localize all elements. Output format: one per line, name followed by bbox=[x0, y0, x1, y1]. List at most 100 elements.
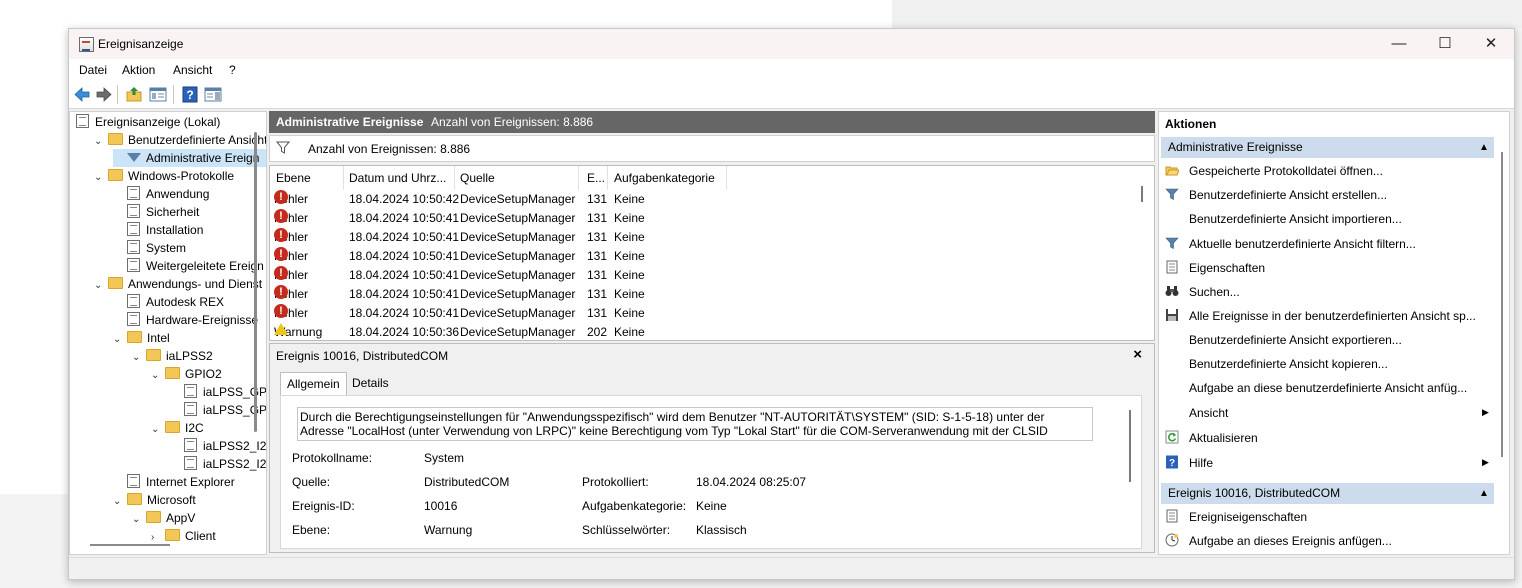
back-arrow-icon[interactable] bbox=[73, 86, 91, 103]
column-divider[interactable] bbox=[607, 166, 608, 190]
table-row[interactable]: ! Fehler 18.04.2024 10:50:41 DeviceSetupMan… bbox=[270, 228, 1150, 247]
tree-item[interactable]: ⌄ I2C bbox=[151, 419, 204, 437]
action-item[interactable]: Benutzerdefinierte Ansicht importieren..… bbox=[1189, 212, 1402, 226]
column-divider[interactable] bbox=[343, 166, 344, 190]
tree-item[interactable]: ⌄ AppV bbox=[132, 509, 195, 527]
expand-chevron-icon[interactable]: ⌄ bbox=[94, 169, 108, 187]
action-item[interactable]: Eigenschaften bbox=[1189, 261, 1265, 275]
tree-item[interactable]: Autodesk REX bbox=[113, 293, 224, 311]
tree-item[interactable]: ⌄ Anwendungs- und Dienst bbox=[94, 275, 262, 293]
tree-item[interactable]: iaLPSS_GPI bbox=[170, 401, 266, 419]
column-divider[interactable] bbox=[578, 166, 579, 190]
tree-item[interactable]: iaLPSS2_I2C bbox=[170, 455, 266, 473]
action-item[interactable]: Ansicht bbox=[1189, 406, 1228, 420]
action-item[interactable]: Benutzerdefinierte Ansicht erstellen... bbox=[1189, 188, 1387, 202]
table-row[interactable]: ! Fehler 18.04.2024 10:50:41 DeviceSetupMan… bbox=[270, 209, 1150, 228]
collapse-arrow-icon[interactable]: ▲ bbox=[1479, 483, 1489, 504]
close-button[interactable]: ✕ bbox=[1468, 29, 1514, 59]
tab-allgemein[interactable]: Allgemein bbox=[280, 372, 347, 396]
tree-item[interactable]: ⌄ Benutzerdefinierte Ansicht bbox=[94, 131, 266, 151]
tree-item[interactable]: Ereignisanzeige (Lokal) bbox=[76, 113, 220, 131]
column-datum[interactable]: Datum und Uhrz... bbox=[349, 171, 446, 185]
tree-item[interactable]: › Client bbox=[151, 527, 216, 545]
actions-section-header[interactable]: Administrative Ereignisse ▲ bbox=[1161, 137, 1494, 158]
table-row[interactable]: Warnung 18.04.2024 10:50:36 DeviceSetupMan… bbox=[270, 323, 1150, 340]
tree-item[interactable]: Weitergeleitete Ereign bbox=[113, 257, 264, 275]
table-row[interactable]: ! Fehler 18.04.2024 10:50:41 DeviceSetupMan… bbox=[270, 247, 1150, 266]
label-ebene: Ebene: bbox=[292, 523, 331, 537]
tree-item[interactable]: ⌄ Microsoft bbox=[113, 491, 196, 509]
up-folder-icon[interactable] bbox=[125, 86, 143, 103]
tree-item[interactable]: Anwendung bbox=[113, 185, 209, 203]
tree-item[interactable]: ⌄ Intel bbox=[113, 329, 170, 347]
help-icon[interactable]: ? bbox=[181, 86, 199, 103]
action-item[interactable]: Benutzerdefinierte Ansicht exportieren..… bbox=[1189, 333, 1402, 347]
column-divider[interactable] bbox=[454, 166, 455, 190]
column-divider[interactable] bbox=[726, 166, 727, 190]
expand-chevron-icon[interactable]: ⌄ bbox=[132, 349, 146, 367]
action-item[interactable]: Ereigniseigenschaften bbox=[1189, 510, 1307, 524]
table-row[interactable]: ! Fehler 18.04.2024 10:50:41 DeviceSetupMan… bbox=[270, 285, 1150, 304]
tree-item[interactable]: Hardware-Ereignisse bbox=[113, 311, 258, 329]
menu-ansicht[interactable]: Ansicht bbox=[173, 63, 212, 77]
actions-section-header[interactable]: Ereignis 10016, DistributedCOM ▲ bbox=[1161, 483, 1494, 504]
tree-item[interactable]: System bbox=[113, 239, 186, 257]
cell-ebene: ! Fehler bbox=[274, 228, 308, 247]
table-row[interactable]: ! Fehler 18.04.2024 10:50:41 DeviceSetupMan… bbox=[270, 266, 1150, 285]
tree-item[interactable]: ⌄ iaLPSS2 bbox=[132, 347, 213, 365]
menu-help[interactable]: ? bbox=[229, 63, 236, 77]
table-row[interactable]: ! Fehler 18.04.2024 10:50:41 DeviceSetupMan… bbox=[270, 304, 1150, 323]
action-item[interactable]: Hilfe bbox=[1189, 456, 1213, 470]
tree-item[interactable]: Installation bbox=[113, 221, 203, 239]
action-item[interactable]: Alle Ereignisse in der benutzerdefiniert… bbox=[1189, 309, 1476, 323]
expand-chevron-icon[interactable]: ⌄ bbox=[113, 493, 127, 511]
column-quelle[interactable]: Quelle bbox=[460, 171, 495, 185]
action-item[interactable]: Aufgabe an diese benutzerdefinierte Ansi… bbox=[1189, 381, 1467, 395]
tree-item-label: Autodesk REX bbox=[146, 295, 225, 309]
tree-item[interactable]: iaLPSS_GPI bbox=[170, 383, 266, 401]
expand-chevron-icon[interactable]: ⌄ bbox=[151, 367, 165, 385]
action-item[interactable]: Aktualisieren bbox=[1189, 431, 1258, 445]
table-row[interactable]: ! Fehler 18.04.2024 10:50:42 DeviceSetupMan… bbox=[270, 190, 1150, 209]
expand-chevron-icon[interactable]: ⌄ bbox=[94, 133, 108, 151]
tree-scrollbar[interactable] bbox=[254, 132, 257, 432]
submenu-arrow-icon[interactable]: ▶ bbox=[1482, 457, 1489, 468]
actions-scrollbar[interactable] bbox=[1501, 152, 1503, 457]
event-message-text[interactable]: Durch die Berechtigungseinstellungen für… bbox=[297, 407, 1093, 441]
action-item[interactable]: Gespeicherte Protokolldatei öffnen... bbox=[1189, 164, 1383, 178]
action-item[interactable]: Aufgabe an dieses Ereignis anfügen... bbox=[1189, 534, 1392, 548]
expand-chevron-icon[interactable]: ⌄ bbox=[151, 421, 165, 439]
column-ebene[interactable]: Ebene bbox=[276, 171, 311, 185]
action-item[interactable]: Benutzerdefinierte Ansicht kopieren... bbox=[1189, 357, 1388, 371]
expand-chevron-icon[interactable]: ⌄ bbox=[94, 277, 108, 295]
tree-item[interactable]: ⌄ Windows-Protokolle bbox=[94, 167, 234, 185]
tree-item[interactable]: ⌄ GPIO2 bbox=[151, 365, 222, 383]
submenu-arrow-icon[interactable]: ▶ bbox=[1482, 407, 1489, 418]
expand-chevron-icon[interactable]: ⌄ bbox=[113, 331, 127, 349]
collapse-arrow-icon[interactable]: ▲ bbox=[1479, 137, 1489, 158]
cell-ereignis-id: 202 bbox=[587, 325, 608, 339]
detail-close-icon[interactable]: × bbox=[1133, 346, 1142, 363]
maximize-button[interactable]: ☐ bbox=[1422, 29, 1468, 59]
menu-bar: Datei Aktion Ansicht ? bbox=[69, 59, 1514, 81]
event-log-icon bbox=[76, 114, 89, 128]
tree-horizontal-scrollbar[interactable] bbox=[90, 544, 170, 546]
column-aufgabenkategorie[interactable]: Aufgabenkategorie bbox=[614, 171, 715, 185]
expand-chevron-icon[interactable]: ⌄ bbox=[132, 511, 146, 529]
action-item[interactable]: Aktuelle benutzerdefinierte Ansicht filt… bbox=[1189, 237, 1416, 251]
menu-datei[interactable]: Datei bbox=[79, 63, 107, 77]
menu-aktion[interactable]: Aktion bbox=[122, 63, 155, 77]
column-ereignis-id[interactable]: E... bbox=[587, 171, 605, 185]
show-hide-tree-icon[interactable] bbox=[149, 86, 167, 103]
forward-arrow-icon[interactable] bbox=[95, 86, 113, 103]
tree-item[interactable]: Internet Explorer bbox=[113, 473, 235, 491]
cell-aufgabenkategorie: Keine bbox=[614, 268, 645, 282]
tree-item[interactable]: Administrative Ereign bbox=[113, 149, 266, 167]
tree-item[interactable]: iaLPSS2_I2C bbox=[170, 437, 266, 455]
tab-details[interactable]: Details bbox=[346, 372, 395, 394]
minimize-button[interactable]: — bbox=[1376, 29, 1422, 59]
detail-scrollbar[interactable] bbox=[1129, 410, 1131, 482]
action-item[interactable]: Suchen... bbox=[1189, 285, 1240, 299]
show-action-pane-icon[interactable] bbox=[204, 86, 222, 103]
tree-item[interactable]: Sicherheit bbox=[113, 203, 199, 221]
